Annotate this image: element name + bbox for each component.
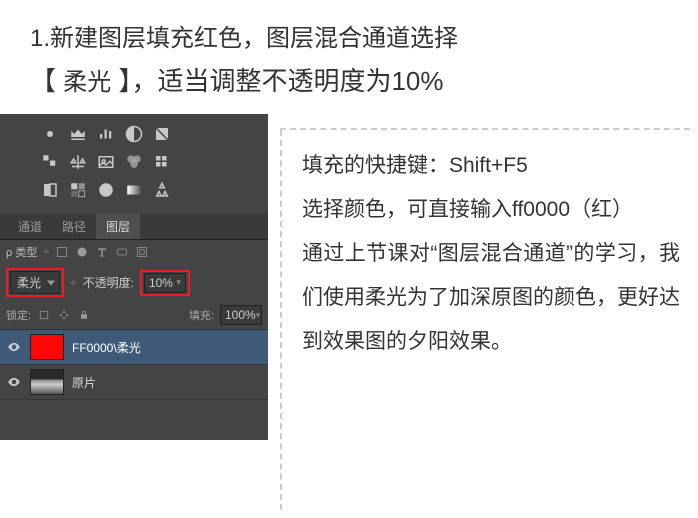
filter-type-icon[interactable]: [95, 245, 109, 259]
divider-vertical: [280, 130, 282, 510]
lock-fill-row: 锁定: 填充: 100% ▾: [0, 301, 268, 330]
layer-row[interactable]: 原片: [0, 365, 268, 400]
note-line-1: 填充的快捷键：Shift+F5: [302, 144, 680, 188]
lock-all-icon[interactable]: [77, 308, 91, 322]
layer-name: FF0000\柔光: [72, 339, 141, 356]
photo-icon[interactable]: [96, 152, 116, 172]
visibility-icon[interactable]: [6, 374, 22, 390]
squares-icon[interactable]: [40, 152, 60, 172]
exposure-icon[interactable]: [152, 124, 172, 144]
instruction-header: 1.新建图层填充红色，图层混合通道选择 【 柔光 】，适当调整不透明度为10%: [0, 0, 698, 104]
opacity-input[interactable]: 10% ▾: [144, 273, 186, 293]
contrast-icon[interactable]: [124, 124, 144, 144]
filter-adjust-icon[interactable]: [75, 245, 89, 259]
layer-list: FF0000\柔光 原片: [0, 330, 268, 400]
tab-paths[interactable]: 路径: [52, 214, 96, 239]
divider-horizontal: [280, 128, 690, 130]
blend-mode-dropdown[interactable]: 柔光: [10, 271, 60, 294]
gradient-icon[interactable]: [124, 180, 144, 200]
mixer-icon[interactable]: [124, 152, 144, 172]
filter-shape-icon[interactable]: [115, 245, 129, 259]
layer-filter-row: ρ 类型 ÷: [0, 240, 268, 264]
lookup-icon[interactable]: [152, 152, 172, 172]
brightness-icon[interactable]: [40, 124, 60, 144]
layer-thumbnail-red: [30, 334, 64, 360]
header-line-1: 1.新建图层填充红色，图层混合通道选择: [30, 18, 668, 60]
filter-smart-icon[interactable]: [135, 245, 149, 259]
note-line-3: 通过上节课对“图层混合通道”的学习，我们使用柔光为了加深原图的颜色，更好达到效果…: [302, 232, 680, 364]
invert-icon[interactable]: [40, 180, 60, 200]
note-line-2: 选择颜色，可直接输入ff0000（红）: [302, 188, 680, 232]
visibility-icon[interactable]: [6, 339, 22, 355]
lock-pixels-icon[interactable]: [37, 308, 51, 322]
filter-pixel-icon[interactable]: [55, 245, 69, 259]
layer-row[interactable]: FF0000\柔光: [0, 330, 268, 365]
layer-name: 原片: [72, 374, 96, 391]
opacity-value: 10%: [149, 276, 173, 290]
lock-label: 锁定:: [6, 307, 31, 323]
blend-mode-name: 柔光: [63, 69, 111, 96]
bracket-open: 【: [30, 66, 63, 96]
layer-thumbnail-image: [30, 369, 64, 395]
blend-mode-value: 柔光: [17, 276, 41, 290]
bracket-close-text: 】，适当调整不透明度为10%: [111, 66, 443, 96]
opacity-highlight: 10% ▾: [140, 270, 190, 296]
fill-input[interactable]: 100% ▾: [220, 305, 262, 325]
fill-value: 100%: [225, 308, 256, 322]
posterize-icon[interactable]: [68, 180, 88, 200]
tab-channels[interactable]: 通道: [8, 214, 52, 239]
panel-tabs: 通道 路径 图层: [0, 214, 268, 240]
lock-position-icon[interactable]: [57, 308, 71, 322]
blend-mode-highlight: 柔光: [6, 268, 64, 297]
opacity-label: 不透明度:: [83, 274, 134, 291]
crown-icon[interactable]: [68, 124, 88, 144]
threshold-icon[interactable]: [96, 180, 116, 200]
levels-icon[interactable]: [96, 124, 116, 144]
blend-opacity-row: 柔光 ÷ 不透明度: 10% ▾: [0, 264, 268, 301]
selective-icon[interactable]: [152, 180, 172, 200]
balance-icon[interactable]: [68, 152, 88, 172]
tab-layers[interactable]: 图层: [96, 214, 140, 239]
tool-icons-area: [0, 114, 268, 214]
photoshop-layers-panel: 通道 路径 图层 ρ 类型 ÷ 柔光 ÷ 不透明度:: [0, 114, 268, 440]
kind-label: ρ 类型: [6, 244, 37, 260]
header-line-2: 【 柔光 】，适当调整不透明度为10%: [30, 60, 668, 104]
explanation-notes: 填充的快捷键：Shift+F5 选择颜色，可直接输入ff0000（红） 通过上节…: [268, 114, 698, 440]
fill-label: 填充:: [189, 307, 214, 323]
